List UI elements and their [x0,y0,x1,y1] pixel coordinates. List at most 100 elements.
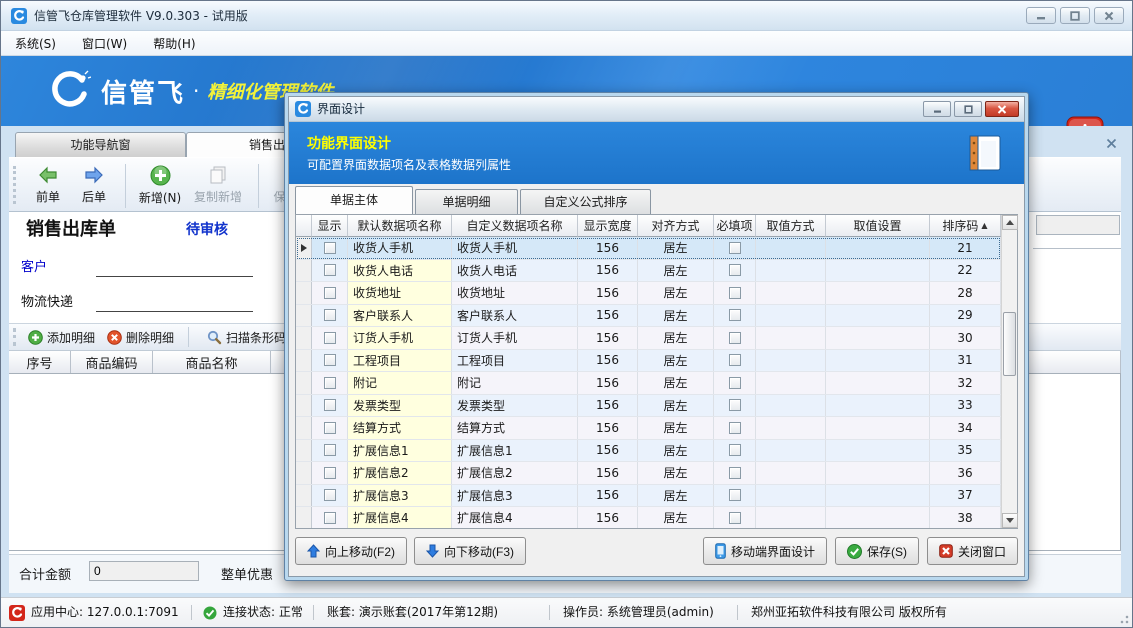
display-checkbox[interactable] [324,399,336,411]
required-checkbox[interactable] [729,242,741,254]
exit-system-button[interactable]: 退出系统 [1049,116,1121,126]
column-product-code[interactable]: 商品编码 [71,351,153,373]
custom-name-cell: 附记 [452,372,578,394]
required-checkbox[interactable] [729,287,741,299]
right-panel-field[interactable] [1036,215,1120,235]
column-seq[interactable]: 序号 [9,351,71,373]
dialog-minimize-button[interactable] [923,101,951,117]
config-table-row[interactable]: 收货人电话收货人电话156居左22 [296,260,1001,283]
resize-grip[interactable] [1117,612,1129,624]
dialog-save-button[interactable]: 保存(S) [835,537,919,565]
config-column-header[interactable]: 必填项 [714,215,756,237]
config-table-row[interactable]: 客户联系人客户联系人156居左29 [296,305,1001,328]
toolbar-separator [125,164,126,208]
config-table-row[interactable]: 收货人手机收货人手机156居左21 [296,237,1001,260]
scrollbar-thumb[interactable] [1003,312,1016,376]
required-checkbox[interactable] [729,399,741,411]
display-checkbox[interactable] [324,444,336,456]
display-checkbox[interactable] [324,332,336,344]
logistics-input[interactable] [96,294,253,312]
required-checkbox[interactable] [729,354,741,366]
vertical-scrollbar[interactable] [1001,215,1017,528]
display-checkbox[interactable] [324,242,336,254]
required-checkbox[interactable] [729,444,741,456]
dialog-close-window-button[interactable]: 关闭窗口 [927,537,1018,565]
display-checkbox[interactable] [324,467,336,479]
required-checkbox[interactable] [729,264,741,276]
config-column-header[interactable]: 显示宽度 [578,215,638,237]
config-column-header[interactable]: 取值设置 [826,215,930,237]
config-table-row[interactable]: 扩展信息4扩展信息4156居左38 [296,507,1001,528]
mobile-design-button[interactable]: 移动端界面设计 [703,537,827,565]
sort-code-cell: 34 [930,417,1001,439]
config-table-row[interactable]: 订货人手机订货人手机156居左30 [296,327,1001,350]
required-checkbox[interactable] [729,512,741,524]
copy-new-button[interactable]: 复制新增 [186,162,250,208]
total-amount-input[interactable] [89,561,199,581]
dialog-title: 界面设计 [317,97,365,122]
config-table-row[interactable]: 工程项目工程项目156居左31 [296,350,1001,373]
menu-window[interactable]: 窗口(W) [82,35,127,52]
move-up-button[interactable]: 向上移动(F2) [295,537,407,565]
display-checkbox[interactable] [324,287,336,299]
value-method-cell [756,485,826,507]
column-product-name[interactable]: 商品名称 [153,351,271,373]
align-cell: 居左 [638,485,714,507]
display-checkbox[interactable] [324,422,336,434]
config-table-row[interactable]: 扩展信息3扩展信息3156居左37 [296,485,1001,508]
config-column-header[interactable]: 默认数据项名称 [348,215,452,237]
toolbar-grip[interactable] [13,166,16,204]
display-checkbox[interactable] [324,489,336,501]
tab-document-main[interactable]: 单据主体 [295,186,413,214]
required-checkbox[interactable] [729,377,741,389]
close-tab-icon[interactable] [1102,134,1120,152]
customer-input[interactable] [96,259,253,277]
required-checkbox[interactable] [729,422,741,434]
display-checkbox[interactable] [324,512,336,524]
add-new-button[interactable]: 新增(N) [134,162,186,208]
delete-icon [107,330,122,345]
scroll-down-button[interactable] [1002,513,1018,528]
minimize-button[interactable] [1026,7,1056,24]
display-checkbox[interactable] [324,264,336,276]
remove-detail-button[interactable]: 删除明细 [107,329,174,346]
move-down-button[interactable]: 向下移动(F3) [414,537,526,565]
config-table-row[interactable]: 结算方式结算方式156居左34 [296,417,1001,440]
display-checkbox[interactable] [324,354,336,366]
row-indicator-cell [296,305,312,327]
required-checkbox[interactable] [729,489,741,501]
config-column-header[interactable]: 显示 [312,215,348,237]
dialog-maximize-button[interactable] [954,101,982,117]
config-table-row[interactable]: 发票类型发票类型156居左33 [296,395,1001,418]
required-checkbox[interactable] [729,467,741,479]
display-width-cell: 156 [578,417,638,439]
detail-toolbar-grip[interactable] [13,328,16,346]
required-checkbox[interactable] [729,309,741,321]
config-table-row[interactable]: 收货地址收货地址156居左28 [296,282,1001,305]
display-checkbox[interactable] [324,377,336,389]
tab-custom-formula-sort[interactable]: 自定义公式排序 [520,189,651,214]
required-checkbox[interactable] [729,332,741,344]
config-column-header[interactable]: 对齐方式 [638,215,714,237]
maximize-button[interactable] [1060,7,1090,24]
scroll-up-button[interactable] [1002,215,1018,230]
config-table-row[interactable]: 扩展信息2扩展信息2156居左36 [296,462,1001,485]
config-table-row[interactable]: 附记附记156居左32 [296,372,1001,395]
config-column-header[interactable]: 自定义数据项名称 [452,215,578,237]
tab-function-nav[interactable]: 功能导航窗 [15,132,186,157]
menu-help[interactable]: 帮助(H) [153,35,195,52]
status-badge: 待审核 [186,219,228,239]
menu-system[interactable]: 系统(S) [15,35,56,52]
row-indicator-cell [296,327,312,349]
add-detail-button[interactable]: 添加明细 [28,329,95,346]
config-column-header[interactable]: 取值方式 [756,215,826,237]
close-button[interactable] [1094,7,1124,24]
dialog-banner: 功能界面设计 可配置界面数据项名及表格数据列属性 [289,122,1024,184]
next-doc-button[interactable]: 后单 [71,162,117,208]
tab-document-detail[interactable]: 单据明细 [415,189,518,214]
dialog-close-button[interactable] [985,101,1019,117]
config-table-row[interactable]: 扩展信息1扩展信息1156居左35 [296,440,1001,463]
prev-doc-button[interactable]: 前单 [25,162,71,208]
config-column-header[interactable]: 排序码▲ [930,215,1001,237]
display-checkbox[interactable] [324,309,336,321]
